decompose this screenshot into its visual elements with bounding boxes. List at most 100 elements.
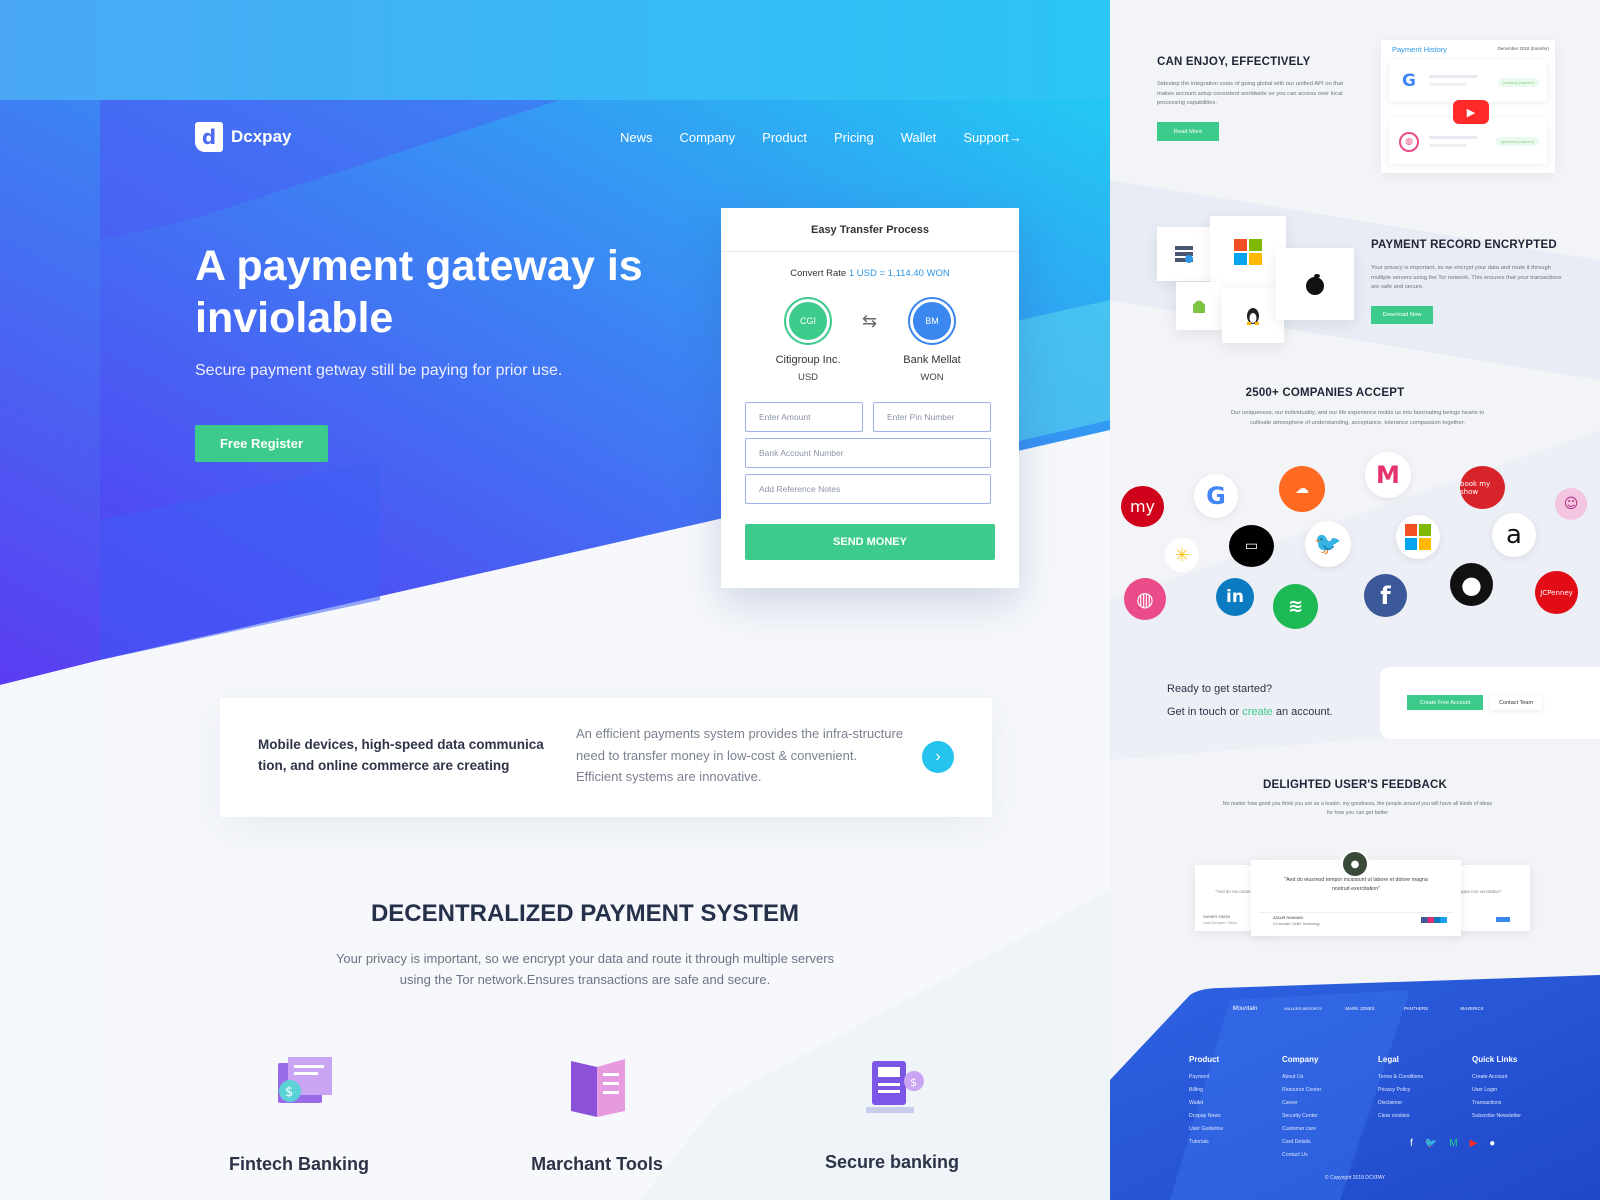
copyright: © Copyright 2019 DCXPAY bbox=[1324, 1175, 1386, 1181]
nav-news[interactable]: News bbox=[620, 130, 653, 145]
receiver-bank[interactable]: BM Bank Mellat WON bbox=[882, 299, 982, 383]
read-more-button[interactable]: Read More bbox=[1157, 122, 1219, 141]
footer-link[interactable]: About Us bbox=[1282, 1071, 1321, 1084]
footer-company-heading: Company bbox=[1282, 1055, 1319, 1064]
history-row-google[interactable]: G pending payment bbox=[1389, 60, 1547, 102]
side-name-left: SAHIER SINGH bbox=[1203, 915, 1231, 919]
footer-link[interactable]: Career bbox=[1282, 1097, 1321, 1110]
account-number-input[interactable]: Bank Account Number bbox=[745, 438, 991, 468]
sender-bank[interactable]: CGI Citigroup Inc. USD bbox=[758, 299, 858, 383]
footer-link[interactable]: Contact Us bbox=[1282, 1149, 1321, 1162]
hero-subtitle: Secure payment getway still be paying fo… bbox=[195, 362, 563, 379]
footer-link[interactable]: Tutorials bbox=[1189, 1136, 1223, 1149]
apple-icon bbox=[1276, 248, 1354, 320]
bookmyshow-icon: book my show bbox=[1460, 466, 1505, 509]
brand-name: Dcxpay bbox=[231, 127, 292, 146]
android-icon bbox=[1176, 282, 1222, 330]
main-nav: News Company Product Pricing Wallet Supp… bbox=[620, 130, 1022, 145]
nav-pricing[interactable]: Pricing bbox=[834, 130, 874, 145]
feedback-card-right: magna nos xercitation" bbox=[1450, 865, 1530, 931]
facebook-icon[interactable]: f bbox=[1410, 1138, 1413, 1149]
svg-text:$: $ bbox=[285, 1085, 293, 1100]
footer-link[interactable]: Resource Center bbox=[1282, 1084, 1321, 1097]
youtube-icon: ▶ bbox=[1453, 100, 1489, 124]
free-register-button[interactable]: Free Register bbox=[195, 425, 328, 462]
footer-quick-heading: Quick Links bbox=[1472, 1055, 1518, 1064]
footer-link[interactable]: Disclaimer bbox=[1378, 1097, 1423, 1110]
approved-badge: approved payment bbox=[1495, 137, 1539, 146]
microsoft-icon bbox=[1396, 515, 1440, 559]
footer-link[interactable]: Card Details bbox=[1282, 1136, 1321, 1149]
google-logo-icon: G bbox=[1194, 474, 1238, 518]
footer-link[interactable]: Billing bbox=[1189, 1084, 1223, 1097]
contact-team-button[interactable]: Contact Team bbox=[1490, 695, 1542, 710]
feedback-author: ATAUR RAHMAN bbox=[1273, 916, 1303, 920]
logo-mark-icon: d bbox=[195, 122, 223, 152]
companies-title: 2500+ COMPANIES ACCEPT bbox=[1245, 387, 1405, 399]
twitter-icon: 🐦 bbox=[1305, 521, 1351, 567]
feedback-quote: "Aed do eiusmod tempor incididunt ut lab… bbox=[1284, 877, 1428, 892]
jcpenney-icon: JCPenney bbox=[1535, 571, 1578, 614]
sender-currency: USD bbox=[797, 372, 819, 383]
footer-link[interactable]: Terms & Conditions bbox=[1378, 1071, 1423, 1084]
reference-notes-input[interactable]: Add Reference Notes bbox=[745, 474, 991, 504]
feature-secure-banking: Secure banking bbox=[824, 1152, 960, 1172]
linkedin-icon: in bbox=[1216, 578, 1254, 616]
feature-fintech-banking: Fintech Banking bbox=[228, 1154, 369, 1174]
github-icon[interactable]: ● bbox=[1489, 1138, 1495, 1149]
footer-link[interactable]: Wallet bbox=[1189, 1097, 1223, 1110]
create-link[interactable]: create bbox=[1242, 706, 1273, 718]
footer-link[interactable]: User Login bbox=[1472, 1084, 1521, 1097]
hero-title: A payment gateway is inviolable bbox=[195, 242, 643, 342]
footer-link[interactable]: Subscribe Newsletter bbox=[1472, 1110, 1521, 1123]
transfer-card-title: Easy Transfer Process bbox=[721, 208, 1019, 252]
brand-logo[interactable]: d Dcxpay bbox=[195, 122, 291, 152]
swap-arrows-icon[interactable]: ⇆ bbox=[862, 311, 877, 332]
footer-link[interactable]: Security Center bbox=[1282, 1110, 1321, 1123]
social-icons[interactable] bbox=[1421, 917, 1447, 923]
transfer-card: Easy Transfer Process Convert Rate 1 USD… bbox=[721, 208, 1019, 588]
strip-text: An efficient payments system provides th… bbox=[576, 726, 904, 784]
next-arrow-button[interactable]: › bbox=[922, 741, 954, 773]
nav-wallet[interactable]: Wallet bbox=[901, 130, 937, 145]
footer-link[interactable]: Transactions bbox=[1472, 1097, 1521, 1110]
feedback-title: DELIGHTED USER'S FEEDBACK bbox=[1262, 779, 1448, 791]
cta-line2: Get in touch or create an account. bbox=[1167, 706, 1333, 718]
youtube-icon[interactable]: ▶ bbox=[1470, 1138, 1478, 1149]
footer-social: f 🐦 M ▶ ● bbox=[1410, 1138, 1495, 1149]
footer-product-heading: Product bbox=[1189, 1055, 1220, 1064]
footer-link[interactable]: User Guideline bbox=[1189, 1123, 1223, 1136]
badge-markjones: MARK JONES bbox=[1345, 1006, 1375, 1011]
fintech-banking-icon: $ bbox=[278, 1057, 332, 1103]
footer-link[interactable]: Dcxpay News bbox=[1189, 1110, 1223, 1123]
footer-legal: Legal Terms & Conditions Privacy Policy … bbox=[1378, 1055, 1423, 1123]
footer-legal-heading: Legal bbox=[1378, 1055, 1399, 1064]
amount-input[interactable]: Enter Amount bbox=[745, 402, 863, 432]
merchant-tools-icon bbox=[571, 1059, 625, 1117]
nav-product[interactable]: Product bbox=[762, 130, 807, 145]
medium-icon[interactable]: M bbox=[1449, 1138, 1457, 1149]
pin-input[interactable]: Enter Pin Number bbox=[873, 402, 991, 432]
linux-icon bbox=[1222, 288, 1284, 343]
decentralized-desc: Your privacy is important, so we encrypt… bbox=[100, 948, 1110, 990]
cta-line2-a: Get in touch or bbox=[1167, 706, 1243, 718]
footer-link[interactable]: Payment bbox=[1189, 1071, 1223, 1084]
nav-support[interactable]: Support→ bbox=[963, 130, 1022, 145]
create-free-account-button[interactable]: Create Free Account bbox=[1407, 695, 1483, 710]
payment-history-title: Payment History bbox=[1392, 45, 1448, 54]
send-money-button[interactable]: SEND MONEY bbox=[745, 524, 995, 560]
badge-mountain: Mountain bbox=[1232, 1006, 1258, 1012]
walmart-icon: ✳ bbox=[1165, 538, 1199, 572]
footer-link[interactable]: Privacy Policy bbox=[1378, 1084, 1423, 1097]
footer-link[interactable]: Clear cookies bbox=[1378, 1110, 1423, 1123]
myntra-my-icon: my bbox=[1121, 486, 1164, 527]
footer-link[interactable]: Customer care bbox=[1282, 1123, 1321, 1136]
rate-label: Convert Rate bbox=[790, 268, 847, 279]
twitter-icon[interactable]: 🐦 bbox=[1425, 1138, 1437, 1149]
footer-link[interactable]: Create Account bbox=[1472, 1071, 1521, 1084]
footer-company: Company About Us Resource Center Career … bbox=[1282, 1055, 1321, 1162]
apple-logo-icon: ● bbox=[1450, 563, 1493, 606]
nav-company[interactable]: Company bbox=[680, 130, 736, 145]
history-row-dribbble[interactable]: ◍ approved payment bbox=[1389, 118, 1547, 164]
download-now-button[interactable]: Download Now bbox=[1371, 306, 1433, 324]
